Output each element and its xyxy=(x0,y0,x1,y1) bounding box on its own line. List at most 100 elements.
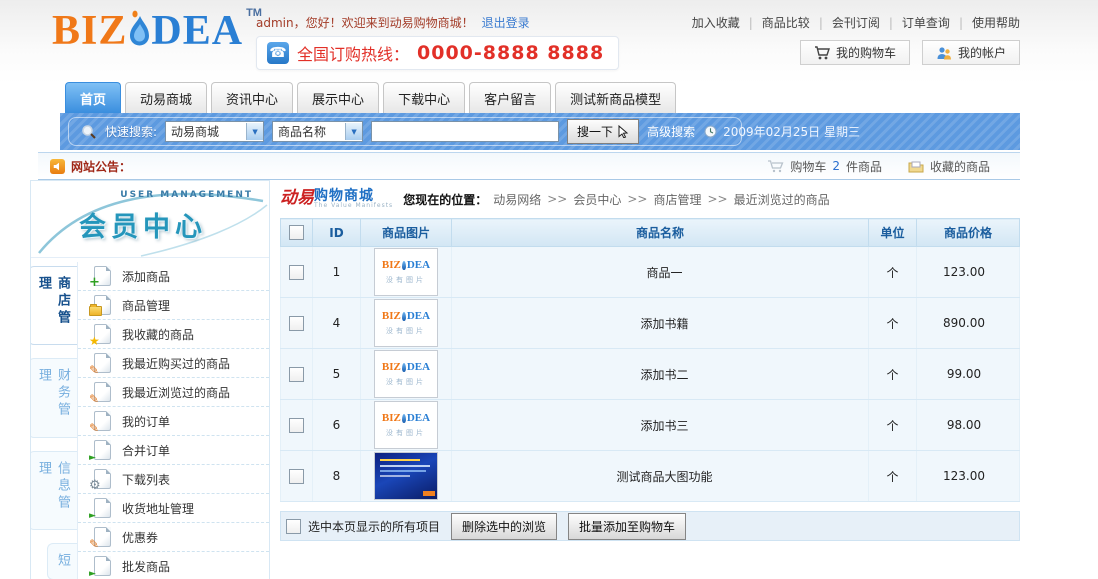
nav-tab[interactable]: 首页 xyxy=(65,82,121,113)
search-bar: 快速搜索: 动易商城 ▼ 商品名称 ▼ 搜一下 高级搜索 2009年02月25日… xyxy=(60,113,1020,150)
my-cart-button[interactable]: 我的购物车 xyxy=(800,40,910,65)
sidebar-menu: +添加商品商品管理 ★我收藏的商品✎我最近购买过的商品✎我最近浏览过的商品✎我的订… xyxy=(77,262,269,579)
sidebar-item[interactable]: 商品管理 xyxy=(78,291,269,320)
row-checkbox[interactable] xyxy=(289,469,304,484)
sidebar-item-label: 我的订单 xyxy=(122,413,170,430)
search-category-value: 动易商城 xyxy=(171,123,219,140)
top-link[interactable]: 订单查询 xyxy=(902,14,950,31)
sidebar-item-label: 我最近浏览过的商品 xyxy=(122,384,230,401)
link-separator: | xyxy=(819,16,823,30)
product-image-cell: BIZDEA 没有图片 xyxy=(361,400,452,451)
sidebar-item[interactable]: ✎我最近浏览过的商品 xyxy=(78,378,269,407)
col-id: ID xyxy=(313,219,361,247)
batch-add-cart-button[interactable]: 批量添加至购物车 xyxy=(568,513,686,540)
top-link[interactable]: 会刊订阅 xyxy=(832,14,880,31)
product-id: 4 xyxy=(313,298,361,349)
search-input[interactable] xyxy=(371,121,559,142)
breadcrumb-link[interactable]: 会员中心 xyxy=(573,191,621,208)
product-name-cell: 添加书二 xyxy=(452,349,869,400)
col-price: 商品价格 xyxy=(917,219,1020,247)
delete-selected-button[interactable]: 删除选中的浏览 xyxy=(451,513,557,540)
row-checkbox[interactable] xyxy=(289,265,304,280)
my-account-button[interactable]: 我的帐户 xyxy=(922,40,1020,65)
header-checkbox[interactable] xyxy=(289,225,304,240)
row-checkbox[interactable] xyxy=(289,418,304,433)
product-image-cell: BIZDEA没有图片 xyxy=(361,298,452,349)
doc-arrow-icon: ► xyxy=(93,556,111,576)
cart-summary-suffix: 件商品 xyxy=(846,158,882,175)
top-link[interactable]: 使用帮助 xyxy=(972,14,1020,31)
favorites-link[interactable]: 收藏的商品 xyxy=(908,158,990,175)
clock-icon xyxy=(704,125,717,138)
search-category-select[interactable]: 动易商城 ▼ xyxy=(165,121,264,142)
sidebar-header: USER MANAGEMENT 会员中心 xyxy=(31,181,269,258)
location-trail: 您现在的位置： 动易网络>>会员中心>>商店管理>>最近浏览过的商品 xyxy=(403,191,829,208)
cart-summary-link[interactable]: 购物车2件商品 xyxy=(767,158,882,175)
account-icon xyxy=(936,46,952,60)
breadcrumb-link[interactable]: 最近浏览过的商品 xyxy=(734,191,830,208)
product-name-cell: 添加书籍 xyxy=(452,298,869,349)
logout-link[interactable]: 退出登录 xyxy=(482,16,530,30)
sidebar-item[interactable]: ✎我最近购买过的商品 xyxy=(78,349,269,378)
top-link[interactable]: 商品比较 xyxy=(762,14,810,31)
sidebar-item[interactable]: ►合并订单 xyxy=(78,436,269,465)
product-image[interactable]: BIZDEA 没有图片 xyxy=(374,401,438,449)
row-checkbox[interactable] xyxy=(289,316,304,331)
nav-tab[interactable]: 下载中心 xyxy=(383,82,465,113)
placeholder-logo: BIZDEA xyxy=(382,362,430,373)
row-checkbox-cell xyxy=(281,298,313,349)
sidebar-tab[interactable]: 信息管理 xyxy=(30,451,77,530)
sidebar-item[interactable]: ✎我的订单 xyxy=(78,407,269,436)
logo-text-biz: BIZ xyxy=(52,10,127,52)
product-name[interactable]: 添加书籍 xyxy=(640,317,688,331)
sidebar-item[interactable]: ►收货地址管理 xyxy=(78,494,269,523)
sidebar-tab[interactable]: 商店管理 xyxy=(30,266,77,345)
sidebar-item-label: 收货地址管理 xyxy=(122,500,194,517)
link-separator: | xyxy=(749,16,753,30)
nav-tab[interactable]: 客户留言 xyxy=(469,82,551,113)
hotline-number: 0000-8888 8888 xyxy=(417,42,604,64)
sidebar-item[interactable]: ✎优惠券 xyxy=(78,523,269,552)
sidebar-item[interactable]: +添加商品 xyxy=(78,262,269,291)
brand-part2: 购物商城 xyxy=(314,189,393,203)
product-name[interactable]: 添加书三 xyxy=(640,419,688,433)
product-image[interactable]: BIZDEA没有图片 xyxy=(374,299,438,347)
location-prefix: 您现在的位置： xyxy=(403,191,487,208)
sidebar-item-label: 我最近购买过的商品 xyxy=(122,355,230,372)
product-name[interactable]: 添加书二 xyxy=(640,368,688,382)
sidebar-item-label: 商品管理 xyxy=(122,297,170,314)
breadcrumb-separator: >> xyxy=(707,192,727,206)
row-checkbox[interactable] xyxy=(289,367,304,382)
product-image[interactable] xyxy=(374,452,438,500)
nav-tab[interactable]: 测试新商品模型 xyxy=(555,82,676,113)
product-name[interactable]: 商品一 xyxy=(646,266,682,280)
nav-tab[interactable]: 展示中心 xyxy=(297,82,379,113)
col-image: 商品图片 xyxy=(361,219,452,247)
col-name: 商品名称 xyxy=(452,219,869,247)
placeholder-text: 没有图片 xyxy=(386,326,426,336)
nav-tab[interactable]: 资讯中心 xyxy=(211,82,293,113)
product-price: 98.00 xyxy=(917,400,1020,451)
search-button[interactable]: 搜一下 xyxy=(567,119,639,144)
product-image[interactable]: BIZDEA没有图片 xyxy=(374,248,438,296)
product-name[interactable]: 测试商品大图功能 xyxy=(616,470,712,484)
sidebar-item[interactable]: ► 批发商品 xyxy=(78,552,269,579)
sidebar-tab[interactable]: 短 xyxy=(47,543,77,579)
breadcrumb-link[interactable]: 商店管理 xyxy=(653,191,701,208)
breadcrumb-link[interactable]: 动易网络 xyxy=(493,191,541,208)
select-all-checkbox[interactable] xyxy=(286,519,301,534)
sidebar-item-label: 批发商品 xyxy=(122,558,170,575)
my-cart-label: 我的购物车 xyxy=(836,44,896,61)
nav-tab[interactable]: 动易商城 xyxy=(125,82,207,113)
row-checkbox-cell xyxy=(281,349,313,400)
top-link[interactable]: 加入收藏 xyxy=(692,14,740,31)
placeholder-logo: BIZDEA xyxy=(382,413,430,424)
advanced-search-link[interactable]: 高级搜索 xyxy=(647,123,695,140)
site-logo[interactable]: BIZ DEA TM xyxy=(52,10,262,52)
sidebar-item[interactable]: ⚙下载列表 xyxy=(78,465,269,494)
sidebar-tab[interactable]: 财务管理 xyxy=(30,358,77,437)
placeholder-text: 没有图片 xyxy=(386,428,426,438)
search-field-select[interactable]: 商品名称 ▼ xyxy=(272,121,363,142)
sidebar-item[interactable]: ★我收藏的商品 xyxy=(78,320,269,349)
product-image[interactable]: BIZDEA没有图片 xyxy=(374,350,438,398)
